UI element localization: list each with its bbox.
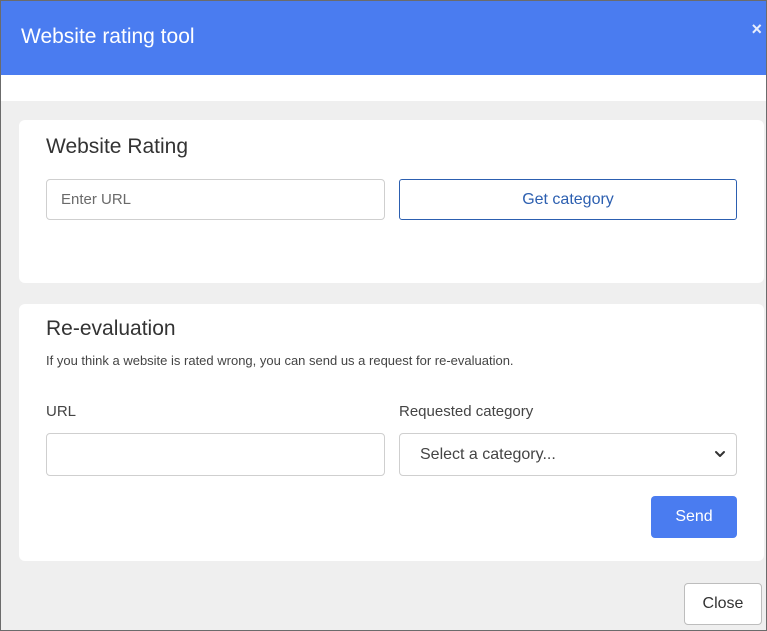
get-category-button[interactable]: Get category <box>399 179 737 220</box>
website-rating-card: Website Rating Enter URL Get category <box>19 120 764 283</box>
close-icon[interactable]: × <box>751 19 762 40</box>
rating-url-input[interactable]: Enter URL <box>46 179 385 220</box>
title-bar-spacer <box>1 75 766 101</box>
url-label: URL <box>46 403 77 420</box>
send-button[interactable]: Send <box>651 496 737 538</box>
re-evaluation-heading: Re-evaluation <box>46 317 176 340</box>
requested-category-label: Requested category <box>399 403 534 420</box>
dialog-title: Website rating tool <box>21 25 195 48</box>
website-rating-dialog: Website rating tool × Website Rating Ent… <box>0 0 767 631</box>
re-evaluation-description: If you think a website is rated wrong, y… <box>46 353 514 368</box>
re-evaluation-card: Re-evaluation If you think a website is … <box>19 304 764 561</box>
requested-category-selected: Select a category... <box>420 446 556 463</box>
rating-url-placeholder: Enter URL <box>61 191 132 208</box>
chevron-down-icon <box>715 451 725 457</box>
re-evaluation-url-input[interactable] <box>46 433 385 476</box>
requested-category-select[interactable]: Select a category... <box>399 433 737 476</box>
dialog-title-bar: Website rating tool × <box>1 1 766 75</box>
website-rating-heading: Website Rating <box>46 135 189 158</box>
close-button[interactable]: Close <box>684 583 762 625</box>
